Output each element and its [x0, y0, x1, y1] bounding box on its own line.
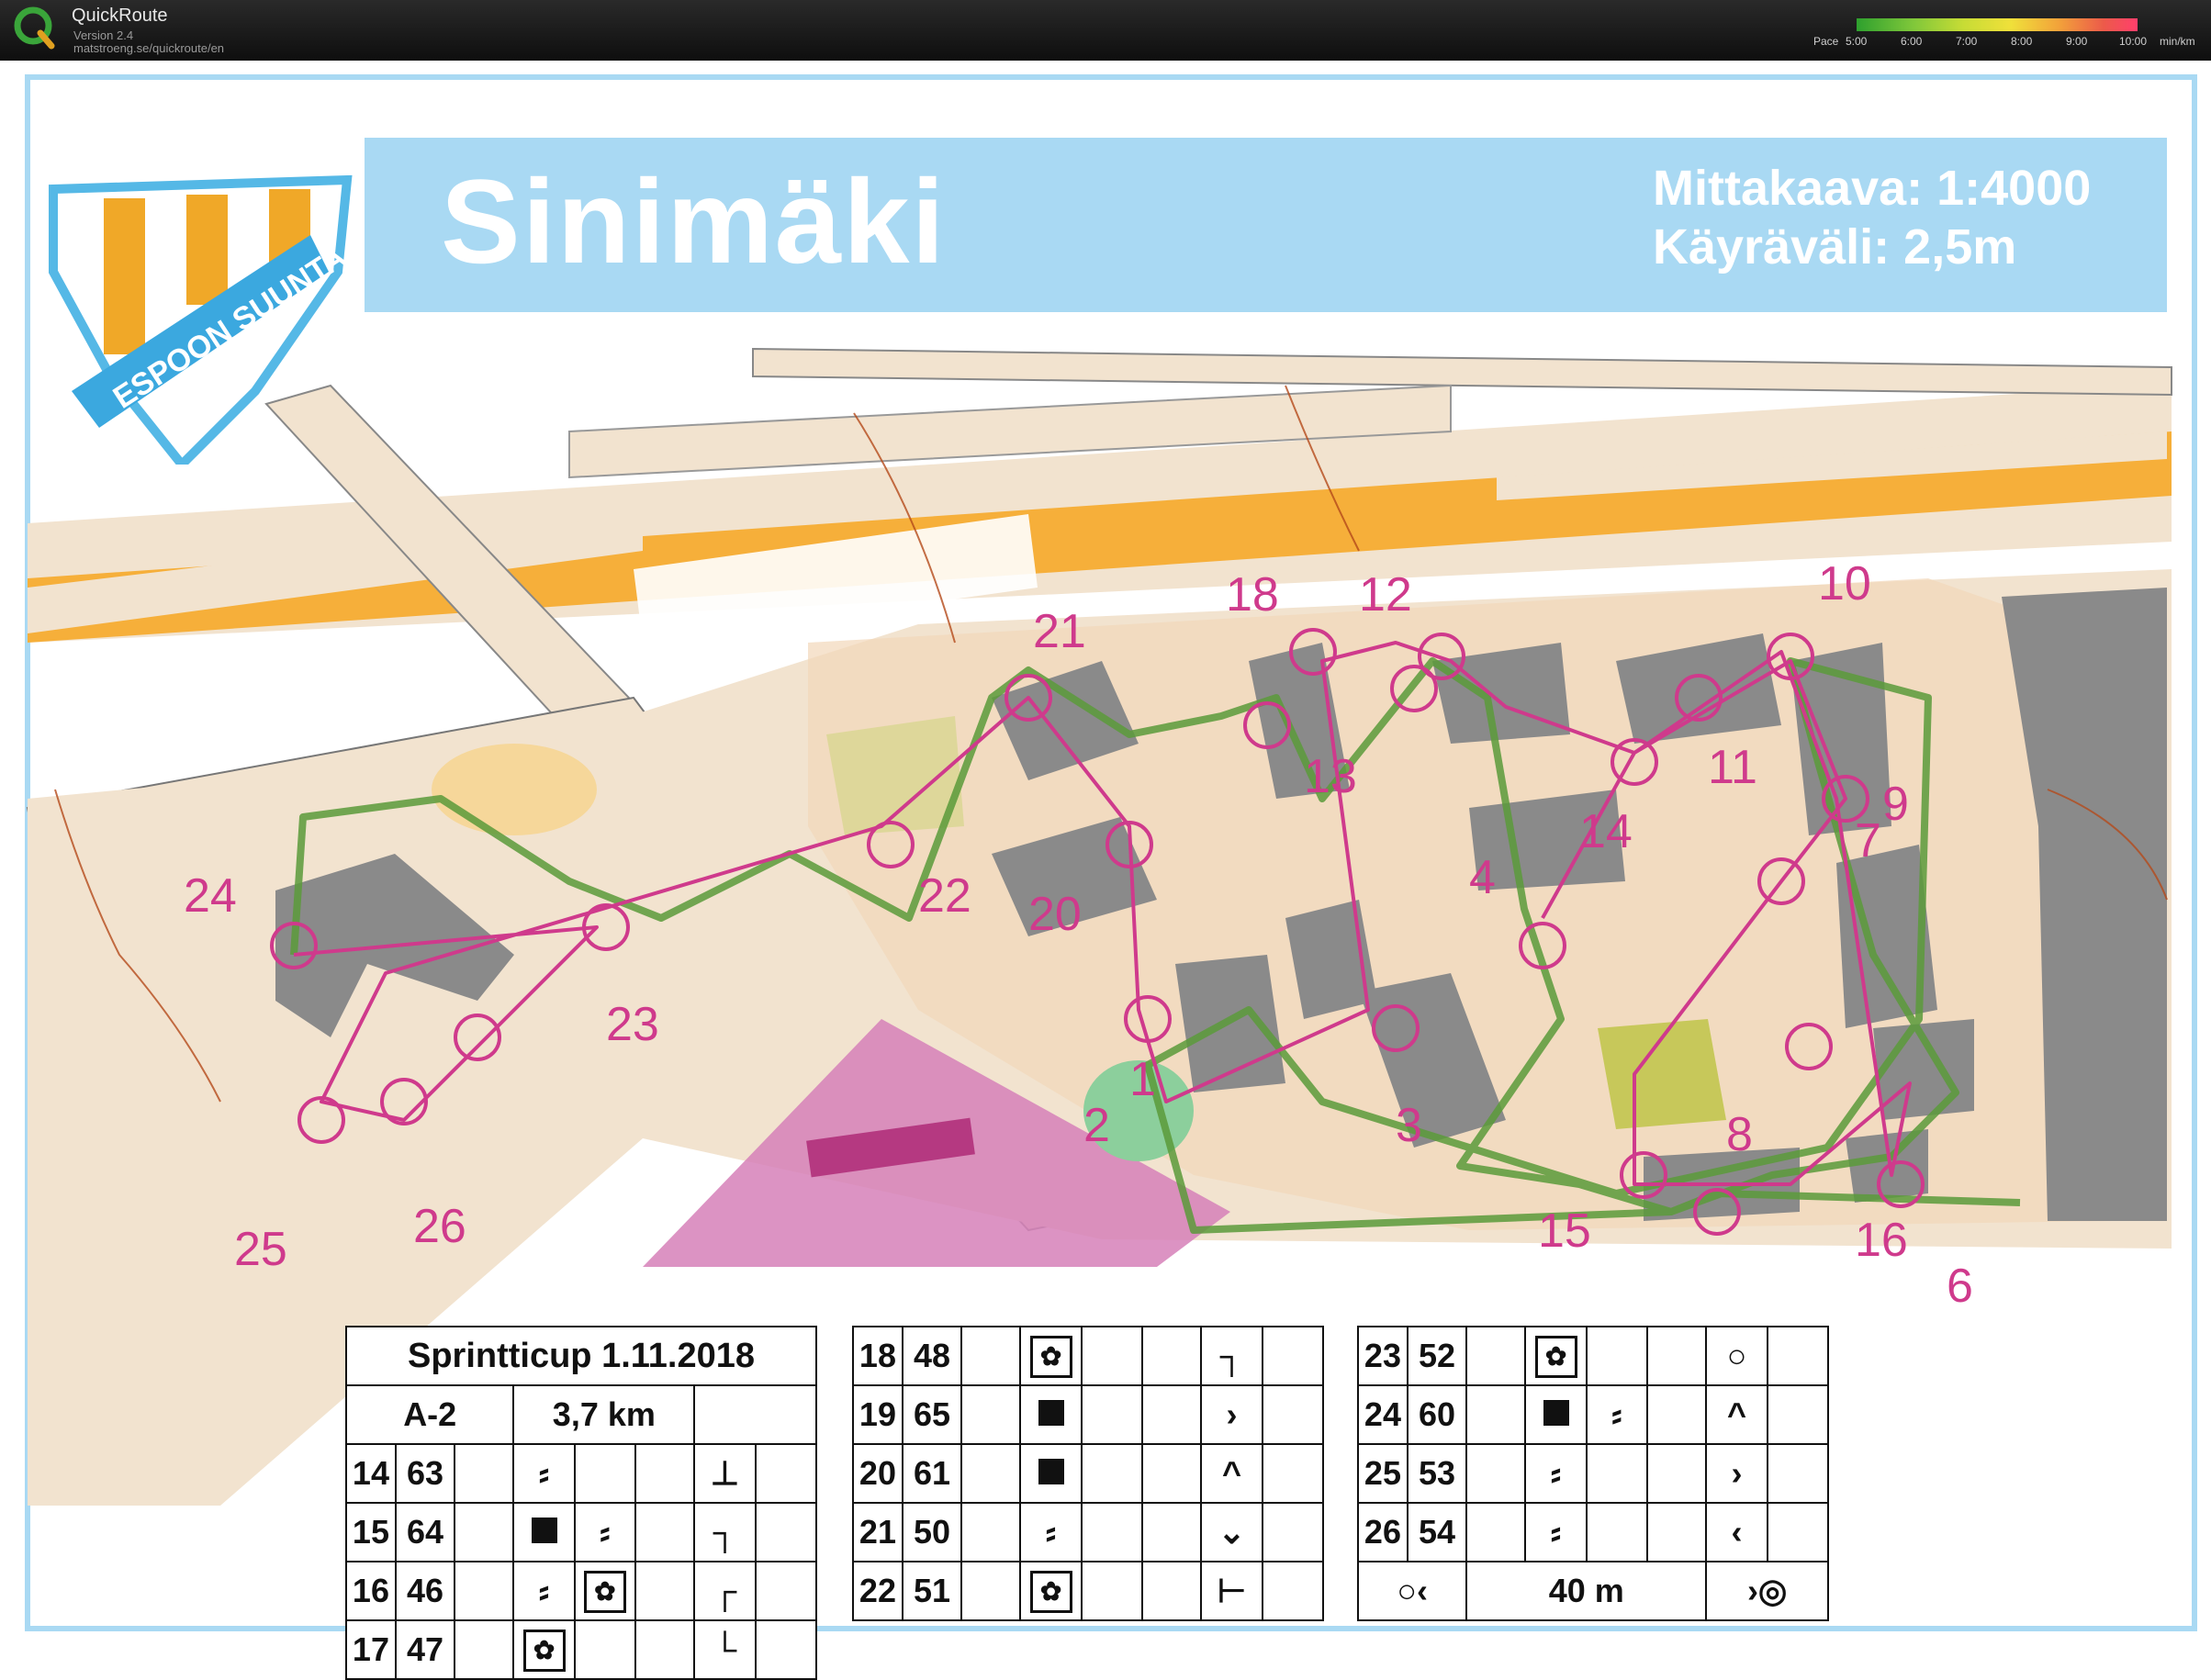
- control-label: 7: [1855, 814, 1881, 868]
- flower-icon: ✿: [1019, 1326, 1083, 1386]
- square-icon: [512, 1502, 576, 1562]
- stairs-icon: ⸗: [573, 1502, 637, 1562]
- map-title: Sinimäki: [441, 154, 947, 288]
- direction-icon: ⊥: [693, 1443, 757, 1504]
- control-label: 15: [1538, 1204, 1591, 1258]
- square-icon: [1019, 1384, 1083, 1445]
- description-row: 23 52 ✿ ○: [1357, 1326, 1830, 1386]
- app-name: QuickRoute: [72, 6, 168, 26]
- control-label: 6: [1947, 1260, 1973, 1313]
- control-label: 1: [1129, 1053, 1156, 1106]
- control-label: 12: [1359, 568, 1412, 622]
- description-row: 19 65 ›: [852, 1384, 1325, 1445]
- class-name: A-2: [344, 1384, 515, 1445]
- description-row: 25 53 ⸗ ›: [1357, 1443, 1830, 1504]
- control-description-left: Sprintticup 1.11.2018 A-2 3,7 km 14 63 ⸗…: [344, 1326, 818, 1680]
- control-label: 10: [1818, 557, 1871, 610]
- control-label: 22: [918, 869, 971, 923]
- control-label: 11: [1708, 741, 1757, 794]
- quickroute-logo-icon: [14, 6, 55, 50]
- pace-color-scale: [1857, 18, 2138, 31]
- direction-icon: ⊢: [1200, 1561, 1263, 1621]
- control-label: 16: [1855, 1214, 1908, 1267]
- control-description-middle: 18 48 ✿ ┐ 19 65 › 20 61 ^ 21 50 ⸗ ⌄ 22 5…: [852, 1326, 1325, 1621]
- flower-icon: ✿: [512, 1619, 576, 1680]
- club-shield-logo: ESPOON SUUNTA: [49, 174, 353, 465]
- control-label: 21: [1033, 605, 1086, 658]
- flower-icon: ✿: [573, 1561, 637, 1621]
- control-description-right: 23 52 ✿ ○ 24 60 ⸗ ^ 25 53 ⸗ › 26 54 ⸗ ‹ …: [1356, 1326, 1830, 1621]
- description-row: 21 50 ⸗ ⌄: [852, 1502, 1325, 1562]
- pace-legend-label: Pace: [1813, 35, 1839, 48]
- description-row: 22 51 ✿ ⊢: [852, 1561, 1325, 1621]
- control-label: 13: [1304, 750, 1357, 803]
- pace-tick: 6:00: [1901, 35, 1923, 48]
- stairs-icon: ⸗: [1019, 1502, 1083, 1562]
- stairs-icon: ⸗: [1524, 1502, 1588, 1562]
- direction-icon: ○: [1705, 1326, 1768, 1386]
- direction-icon: ^: [1705, 1384, 1768, 1445]
- pace-tick: 8:00: [2011, 35, 2033, 48]
- stairs-icon: ⸗: [512, 1561, 576, 1621]
- pace-tick: min/km: [2160, 35, 2195, 48]
- control-label: 26: [413, 1200, 466, 1253]
- map-scale: Mittakaava: 1:4000: [1653, 161, 2092, 216]
- finish-row: ○‹ 40 m ›◎: [1356, 1561, 1829, 1621]
- finish-marker-icon: ›◎: [1705, 1561, 1829, 1621]
- control-label: 25: [234, 1223, 287, 1276]
- direction-icon: ⌄: [1200, 1502, 1263, 1562]
- contour-interval: Käyräväli: 2,5m: [1653, 219, 2017, 274]
- pace-tick: 5:00: [1846, 35, 1868, 48]
- description-row: 15 64 ⸗ ┐: [345, 1502, 818, 1562]
- stairs-icon: ⸗: [1524, 1443, 1588, 1504]
- square-icon: [1524, 1384, 1588, 1445]
- control-label: 14: [1579, 805, 1633, 858]
- control-label: 3: [1396, 1099, 1422, 1152]
- direction-icon: ┐: [693, 1502, 757, 1562]
- description-row: 14 63 ⸗ ⊥: [345, 1443, 818, 1504]
- control-label: 24: [184, 869, 237, 923]
- description-row: 26 54 ⸗ ‹: [1357, 1502, 1830, 1562]
- control-label: 23: [606, 998, 659, 1051]
- direction-icon: ›: [1705, 1443, 1768, 1504]
- event-title: Sprintticup 1.11.2018: [345, 1326, 817, 1386]
- direction-icon: ›: [1200, 1384, 1263, 1445]
- flower-icon: ✿: [1524, 1326, 1588, 1386]
- flower-icon: ✿: [1019, 1561, 1083, 1621]
- stairs-icon: ⸗: [512, 1443, 576, 1504]
- direction-icon: ‹: [1705, 1502, 1768, 1562]
- pace-tick: 9:00: [2066, 35, 2088, 48]
- description-row: 20 61 ^: [852, 1443, 1325, 1504]
- description-row: 24 60 ⸗ ^: [1357, 1384, 1830, 1445]
- direction-icon: ┐: [1200, 1326, 1263, 1386]
- control-label: 4: [1469, 851, 1496, 904]
- description-row: 18 48 ✿ ┐: [852, 1326, 1325, 1386]
- control-label: 20: [1028, 888, 1082, 941]
- control-label: 8: [1726, 1108, 1753, 1161]
- control-label: 18: [1226, 568, 1279, 622]
- start-marker-icon: ○‹: [1356, 1561, 1468, 1621]
- control-label: 2: [1083, 1099, 1110, 1152]
- control-label: 9: [1882, 778, 1909, 831]
- pace-tick: 10:00: [2119, 35, 2148, 48]
- description-row: 16 46 ⸗ ✿ ┌: [345, 1561, 818, 1621]
- pace-tick: 7:00: [1956, 35, 1978, 48]
- app-version: Version 2.4: [73, 28, 134, 42]
- map-viewport[interactable]: Sinimäki Mittakaava: 1:4000 Käyräväli: 2…: [0, 61, 2211, 1680]
- direction-icon: ┌: [693, 1561, 757, 1621]
- app-title-bar: QuickRoute Version 2.4 matstroeng.se/qui…: [0, 0, 2211, 61]
- course-length: 3,7 km: [512, 1384, 696, 1445]
- finish-distance: 40 m: [1465, 1561, 1708, 1621]
- description-row: 17 47 ✿ └: [345, 1619, 818, 1680]
- direction-icon: └: [693, 1619, 757, 1680]
- square-icon: [1019, 1443, 1083, 1504]
- stairs-icon: ⸗: [1585, 1384, 1649, 1445]
- direction-icon: ^: [1200, 1443, 1263, 1504]
- app-url[interactable]: matstroeng.se/quickroute/en: [73, 41, 224, 55]
